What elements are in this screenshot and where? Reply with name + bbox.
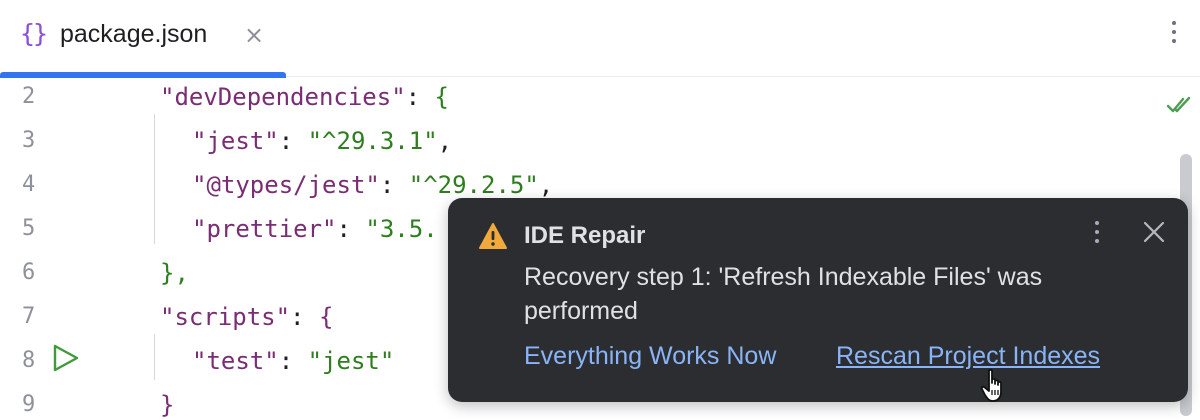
rescan-project-indexes-link[interactable]: Rescan Project Indexes <box>836 342 1100 371</box>
ide-repair-notification: IDE Repair Recovery step 1: 'Refresh Ind… <box>448 198 1188 402</box>
code-line: }, <box>160 259 189 287</box>
warning-icon <box>479 223 507 249</box>
code-line: "test": "jest" <box>192 347 395 375</box>
notification-options-icon[interactable] <box>1086 216 1108 256</box>
code-line: } <box>160 391 175 419</box>
notification-message: Recovery step 1: 'Refresh Indexable File… <box>524 263 1043 325</box>
no-problems-check-icon[interactable] <box>1166 94 1192 116</box>
code-line: "jest": "^29.3.1", <box>192 127 453 155</box>
close-tab-icon[interactable]: × <box>240 17 268 53</box>
editor-tab-bar: {} package.json × <box>0 0 1200 78</box>
hand-pointer-icon <box>980 368 1002 402</box>
tab-package-json[interactable]: {} package.json × <box>0 0 286 78</box>
code-line: "scripts": { <box>160 303 334 331</box>
code-line: "prettier": "3.5. <box>192 215 438 243</box>
everything-works-now-link[interactable]: Everything Works Now <box>524 342 776 371</box>
tab-options-menu-icon[interactable] <box>1162 16 1186 56</box>
notification-title: IDE Repair <box>524 222 646 249</box>
code-line: "@types/jest": "^29.2.5", <box>192 171 554 199</box>
json-braces-icon: {} <box>20 19 48 48</box>
code-line: "devDependencies": { <box>160 83 449 111</box>
close-icon[interactable] <box>1138 216 1170 248</box>
tab-label: package.json <box>60 20 208 48</box>
